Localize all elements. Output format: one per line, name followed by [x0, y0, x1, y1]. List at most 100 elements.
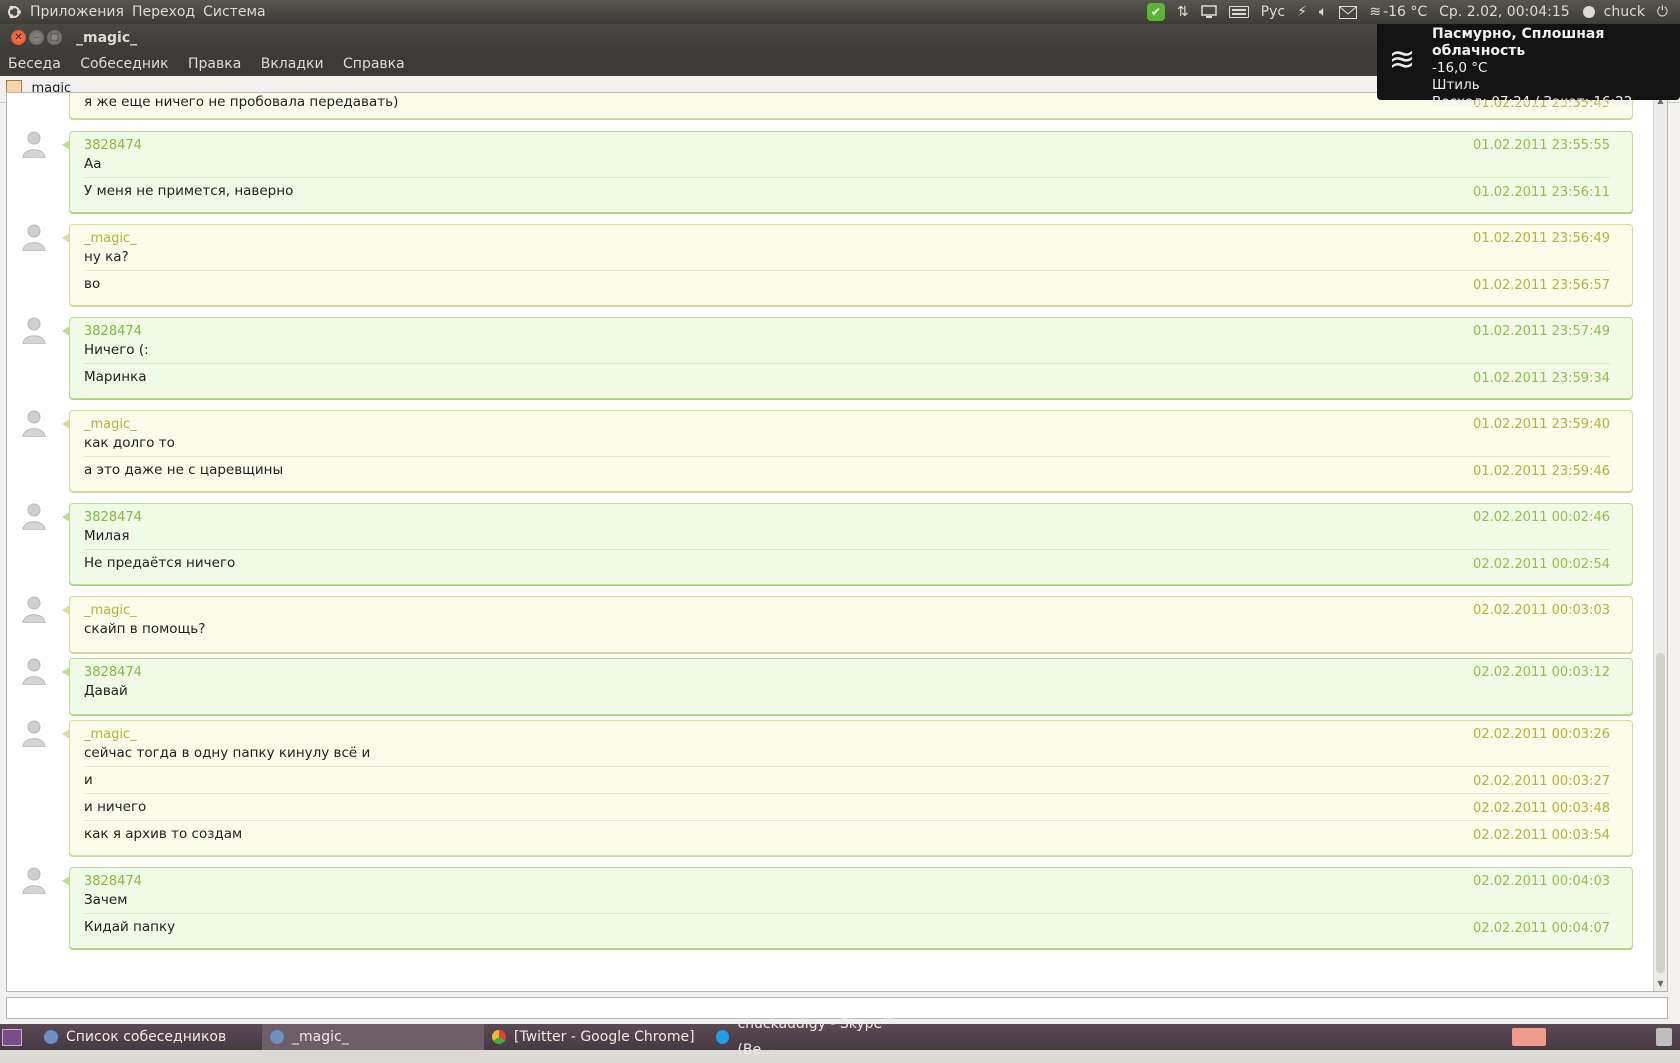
task-skype[interactable]: chuckaudigy - Skype™ (Be...: [708, 1016, 930, 1058]
message-text: Ничего (:: [84, 342, 149, 358]
user-status-icon[interactable]: [1582, 0, 1596, 24]
menu-help[interactable]: Справка: [343, 56, 405, 72]
maximize-button[interactable]: □: [47, 30, 62, 45]
notification-area-icon[interactable]: [1512, 1028, 1546, 1046]
ubuntu-logo-icon[interactable]: [6, 4, 22, 20]
message-text: как долго то: [84, 435, 175, 451]
message-bubble: _magic_ скайп в помощь? 02.02.2011 00:03:0…: [62, 596, 1633, 653]
message-line: Зачем 02.02.2011 00:04:03: [84, 874, 1610, 913]
message-text: У меня не примется, наверно: [84, 183, 294, 199]
sender-name[interactable]: _magic_: [84, 417, 137, 432]
message-line: Милая 02.02.2011 00:02:46: [84, 510, 1610, 549]
message-time: 01.02.2011 23:56:49: [1473, 231, 1610, 246]
menu-conversation[interactable]: Беседа: [8, 56, 61, 72]
menu-places[interactable]: Переход: [132, 0, 195, 24]
message-text: Кидай папку: [84, 919, 176, 935]
sender-name[interactable]: 3828474: [84, 138, 142, 153]
message-time: 02.02.2011 00:03:48: [1473, 801, 1610, 816]
avatar-icon[interactable]: [21, 719, 47, 748]
message-time: 02.02.2011 00:03:03: [1473, 603, 1610, 618]
task-label: _magic_: [292, 1029, 349, 1045]
avatar-icon[interactable]: [21, 502, 47, 531]
sender-name[interactable]: _magic_: [84, 231, 137, 246]
sender-name[interactable]: 3828474: [84, 324, 142, 339]
power-icon[interactable]: ⏻: [1657, 0, 1668, 24]
scroll-down-icon[interactable]: ▼: [1655, 978, 1666, 989]
temperature[interactable]: -16 °C: [1383, 0, 1427, 24]
message-divider: [84, 270, 1610, 271]
avatar-icon[interactable]: [21, 409, 47, 438]
pidgin-icon: [270, 1030, 284, 1044]
user-name[interactable]: chuck: [1604, 0, 1645, 24]
message-line: Ничего (: 01.02.2011 23:57:49: [84, 324, 1610, 363]
sender-name[interactable]: _magic_: [84, 603, 137, 618]
message-time: 01.02.2011 23:59:34: [1473, 371, 1610, 386]
task-chrome[interactable]: [Twitter - Google Chrome]: [484, 1024, 706, 1050]
sender-name[interactable]: 3828474: [84, 874, 142, 889]
top-panel-menus: Приложения Переход Система: [6, 0, 266, 24]
weather-wind: Штиль: [1432, 77, 1480, 93]
message-text: Аа: [84, 156, 102, 172]
message-time: 01.02.2011 23:56:11: [1473, 185, 1610, 200]
clock[interactable]: Ср. 2.02, 00:04:15: [1439, 0, 1570, 24]
minimize-button[interactable]: –: [29, 30, 44, 45]
close-button[interactable]: ✕: [11, 30, 26, 45]
message-time: 01.02.2011 23:57:49: [1473, 324, 1610, 339]
avatar-icon[interactable]: [21, 130, 47, 159]
message-text: а это даже не с царевщины: [84, 462, 284, 478]
weather-popup: ≋ Пасмурно, Сплошная облачность -16,0 °C…: [1377, 24, 1680, 110]
message-text: как я архив то создам: [84, 826, 243, 842]
avatar-icon[interactable]: [21, 866, 47, 895]
show-desktop-icon[interactable]: [2, 1029, 22, 1046]
avatar-icon[interactable]: [21, 595, 47, 624]
menu-edit[interactable]: Правка: [188, 56, 241, 72]
message-line: Давай 02.02.2011 00:03:12: [84, 665, 1610, 704]
network-arrows-icon[interactable]: ⇅: [1177, 0, 1189, 24]
message-text: ну ка?: [84, 249, 129, 265]
message-time: 02.02.2011 00:03:27: [1473, 774, 1610, 789]
system-tray: ✔ ⇅ Рус ⚡ 🔈︎ ≋ -16 °C Ср. 2.02, 00:04:15…: [1141, 0, 1674, 24]
scroll-thumb[interactable]: [1656, 653, 1665, 973]
message-divider: [84, 177, 1610, 178]
message-time: 02.02.2011 00:03:26: [1473, 727, 1610, 742]
message-text: Маринка: [84, 369, 147, 385]
keyboard-layout[interactable]: Рус: [1261, 0, 1285, 24]
avatar-icon[interactable]: [21, 223, 47, 252]
sender-name[interactable]: 3828474: [84, 665, 142, 680]
chat-log[interactable]: я же еще ничего не пробовала передавать)…: [6, 92, 1668, 992]
message-bubble: 3828474 Зачем 02.02.2011 00:04:03 Кидай пап…: [62, 867, 1633, 949]
message-divider: [84, 363, 1610, 364]
task-magic-chat[interactable]: _magic_: [262, 1024, 484, 1050]
power-bolt-icon[interactable]: ⚡: [1297, 0, 1307, 24]
menu-system[interactable]: Система: [203, 0, 265, 24]
sender-name[interactable]: _magic_: [84, 727, 137, 742]
sender-name[interactable]: 3828474: [84, 510, 142, 525]
message-text: я же еще ничего не пробовала передавать): [84, 94, 399, 110]
keyboard-icon[interactable]: [1228, 0, 1249, 24]
mail-icon[interactable]: [1339, 0, 1358, 24]
task-contact-list[interactable]: Список собеседников: [36, 1024, 258, 1050]
message-line: скайп в помощь? 02.02.2011 00:03:03: [84, 603, 1610, 642]
message-text: скайп в помощь?: [84, 621, 206, 637]
weather-icon[interactable]: ≋: [1369, 0, 1381, 24]
bottom-taskbar: Список собеседников _magic_ [Twitter - G…: [0, 1016, 1680, 1058]
message-bubble: _magic_ ну ка? 01.02.2011 23:56:49 во 01.02.…: [62, 224, 1633, 306]
avatar-icon[interactable]: [21, 657, 47, 686]
menu-applications[interactable]: Приложения: [30, 0, 124, 24]
avatar-icon[interactable]: [21, 316, 47, 345]
menu-tabs[interactable]: Вкладки: [261, 56, 324, 72]
security-shield-icon[interactable]: ✔: [1146, 0, 1165, 24]
display-icon[interactable]: [1200, 0, 1217, 24]
message-line: Маринка 01.02.2011 23:59:34: [84, 365, 1610, 390]
trash-icon[interactable]: [1656, 1028, 1672, 1046]
message-line: Кидай папку 02.02.2011 00:04:07: [84, 915, 1610, 940]
chat-scrollbar[interactable]: ▲ ▼: [1653, 93, 1667, 991]
menu-contact[interactable]: Собеседник: [80, 56, 168, 72]
message-bubble: _magic_ как долго то 01.02.2011 23:59:40 а …: [62, 410, 1633, 492]
message-time: 02.02.2011 00:03:54: [1473, 828, 1610, 843]
message-divider: [84, 793, 1610, 794]
message-text: Не предаётся ничего: [84, 555, 236, 571]
weather-condition: Пасмурно, Сплошная облачность: [1432, 26, 1605, 59]
volume-icon[interactable]: 🔈︎: [1319, 0, 1327, 24]
message-line: как я архив то создам 02.02.2011 00:03:54: [84, 822, 1610, 847]
